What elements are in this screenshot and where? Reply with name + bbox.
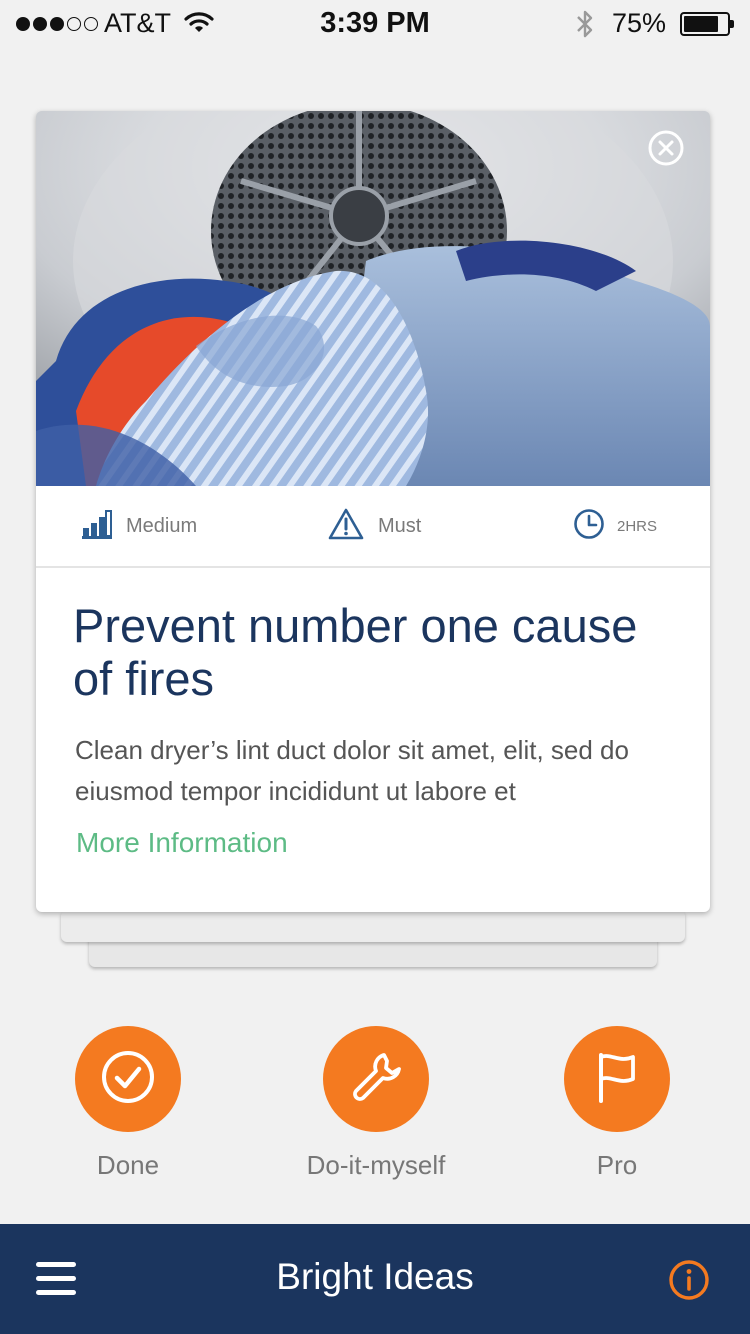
status-bar: AT&T 3:39 PM 75% <box>0 0 750 50</box>
clock-icon <box>573 508 605 545</box>
duration-label: 2HRS <box>617 517 658 535</box>
tip-title: Prevent number one cause of fires <box>73 599 638 705</box>
do-it-myself-button[interactable]: Do-it-myself <box>276 1026 476 1181</box>
wrench-icon <box>348 1049 404 1110</box>
dryer-laundry-photo <box>36 111 710 486</box>
priority-meta: Must <box>328 486 421 566</box>
done-label: Done <box>96 1150 160 1180</box>
warning-icon <box>328 508 364 545</box>
tip-description: Clean dryer’s lint duct dolor sit amet, … <box>75 735 629 806</box>
tip-meta-row: Medium Must 2HRS <box>36 486 710 568</box>
close-icon[interactable] <box>648 130 684 166</box>
difficulty-meta: Medium <box>82 486 197 566</box>
info-circle-icon[interactable] <box>668 1259 710 1301</box>
priority-label: Must <box>378 514 422 537</box>
tip-card[interactable]: Medium Must 2HRS Prevent number one caus… <box>36 111 710 912</box>
flag-icon <box>589 1049 645 1110</box>
battery-percent: 75% <box>612 8 667 38</box>
do-it-myself-label: Do-it-myself <box>306 1150 446 1180</box>
pro-label: Pro <box>596 1150 638 1180</box>
difficulty-label: Medium <box>126 514 198 537</box>
duration-meta: 2HRS <box>573 486 657 566</box>
more-information-link[interactable]: More Information <box>76 827 288 859</box>
check-circle-icon <box>100 1049 156 1110</box>
bottom-nav-bar: Bright Ideas <box>0 1224 750 1334</box>
bluetooth-icon <box>574 8 596 45</box>
pro-button[interactable]: Pro <box>517 1026 717 1181</box>
battery-icon <box>680 12 734 36</box>
app-title: Bright Ideas <box>276 1256 474 1297</box>
bar-chart-icon <box>82 509 112 544</box>
done-button[interactable]: Done <box>28 1026 228 1181</box>
stacked-card-middle <box>61 910 685 942</box>
